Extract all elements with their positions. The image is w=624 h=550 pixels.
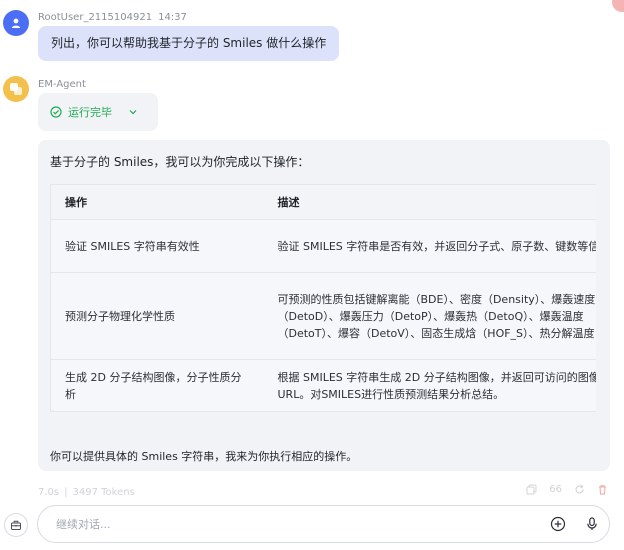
- toolbox-button[interactable]: [4, 513, 28, 537]
- table-row: 预测分子物理化学性质 可预测的性质包括键解离能（BDE）、密度（Density）…: [50, 272, 596, 360]
- operation-cell: 预测分子物理化学性质: [50, 272, 264, 360]
- agent-name: EM-Agent: [38, 79, 86, 90]
- action-count: 66: [549, 484, 562, 495]
- message-composer: [37, 505, 610, 543]
- answer-intro: 基于分子的 Smiles，我可以为你完成以下操作：: [50, 155, 310, 169]
- add-circle-icon[interactable]: [550, 516, 566, 532]
- copy-icon[interactable]: [526, 484, 537, 495]
- table-header-row: 操作 描述: [50, 184, 596, 220]
- description-cell: 根据 SMILES 字符串生成 2D 分子结构图像，并返回可访问的图像 URL。…: [263, 359, 596, 412]
- microphone-icon[interactable]: [584, 516, 600, 532]
- run-status-label: 运行完毕: [68, 106, 112, 119]
- duration-label: 7.0s: [38, 487, 60, 498]
- message-actions: 66: [526, 484, 608, 495]
- message-time: 14:37: [158, 12, 187, 23]
- user-meta: RootUser_2115104921 14:37: [38, 12, 187, 23]
- message-input[interactable]: [56, 506, 496, 542]
- agent-avatar: [3, 76, 29, 102]
- operations-table-container[interactable]: 操作 描述 验证 SMILES 字符串有效性 验证 SMILES 字符串是否有效…: [50, 184, 596, 452]
- message-stats: 7.0s | 3497 Tokens: [38, 487, 135, 498]
- description-cell: 验证 SMILES 字符串是否有效，并返回分子式、原子数、键数等信息: [263, 219, 596, 273]
- run-status-toggle[interactable]: 运行完毕: [38, 93, 158, 131]
- table-row: 生成 2D 分子结构图像，分子性质分析 根据 SMILES 字符串生成 2D 分…: [50, 359, 596, 412]
- corner-badge: [612, 0, 624, 12]
- delete-icon[interactable]: [597, 484, 608, 495]
- answer-outro: 你可以提供具体的 Smiles 字符串，我来为你执行相应的操作。: [50, 450, 358, 463]
- agent-logo-icon: [10, 83, 22, 95]
- user-message-bubble: 列出，你可以帮助我基于分子的 Smiles 做什么操作: [38, 26, 340, 61]
- description-cell: 可预测的性质包括键解离能（BDE）、密度（Density）、爆轰速度（DetoD…: [263, 272, 596, 360]
- toolbox-icon: [11, 520, 21, 530]
- refresh-icon[interactable]: [574, 484, 585, 495]
- user-avatar: [3, 10, 29, 36]
- operations-table: 操作 描述 验证 SMILES 字符串有效性 验证 SMILES 字符串是否有效…: [50, 184, 596, 412]
- operation-cell: 生成 2D 分子结构图像，分子性质分析: [50, 359, 264, 412]
- token-count: 3497 Tokens: [72, 487, 135, 498]
- username: RootUser_2115104921: [38, 12, 153, 23]
- column-header-description: 描述: [263, 184, 596, 220]
- table-row: 验证 SMILES 字符串有效性 验证 SMILES 字符串是否有效，并返回分子…: [50, 219, 596, 273]
- check-circle-icon: [50, 106, 62, 118]
- chevron-down-icon: [129, 110, 137, 115]
- agent-answer-panel: 基于分子的 Smiles，我可以为你完成以下操作： 操作 描述 验证 SMILE…: [38, 140, 610, 471]
- column-header-operation: 操作: [50, 184, 264, 220]
- operation-cell: 验证 SMILES 字符串有效性: [50, 219, 264, 273]
- user-icon: [11, 18, 21, 28]
